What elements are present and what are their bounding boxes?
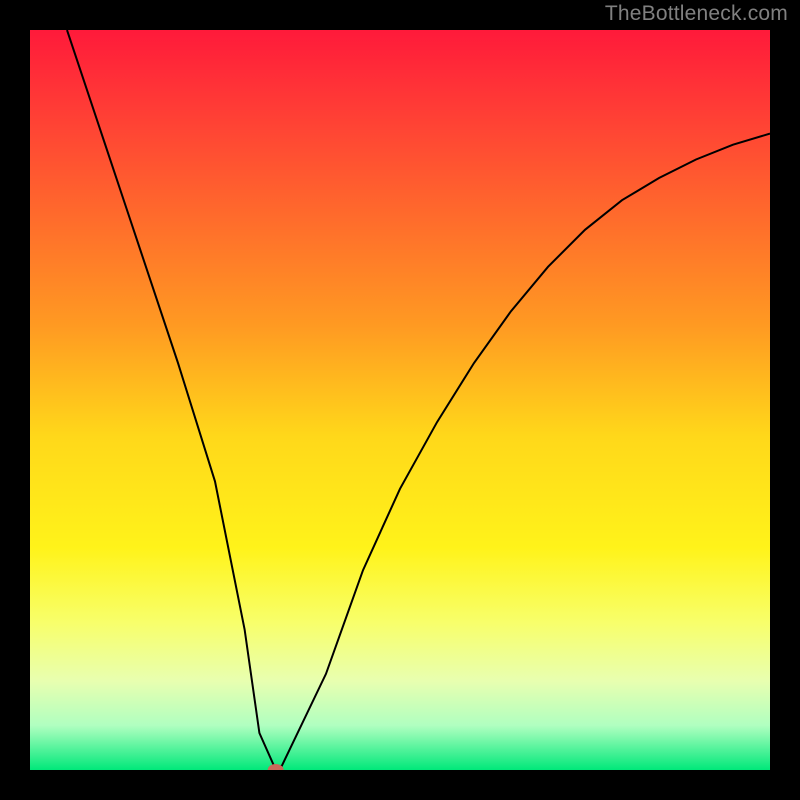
bottleneck-chart [0,0,800,800]
chart-frame: TheBottleneck.com [0,0,800,800]
plot-background [30,30,770,770]
minimum-marker [268,764,284,776]
watermark-text: TheBottleneck.com [605,2,788,26]
